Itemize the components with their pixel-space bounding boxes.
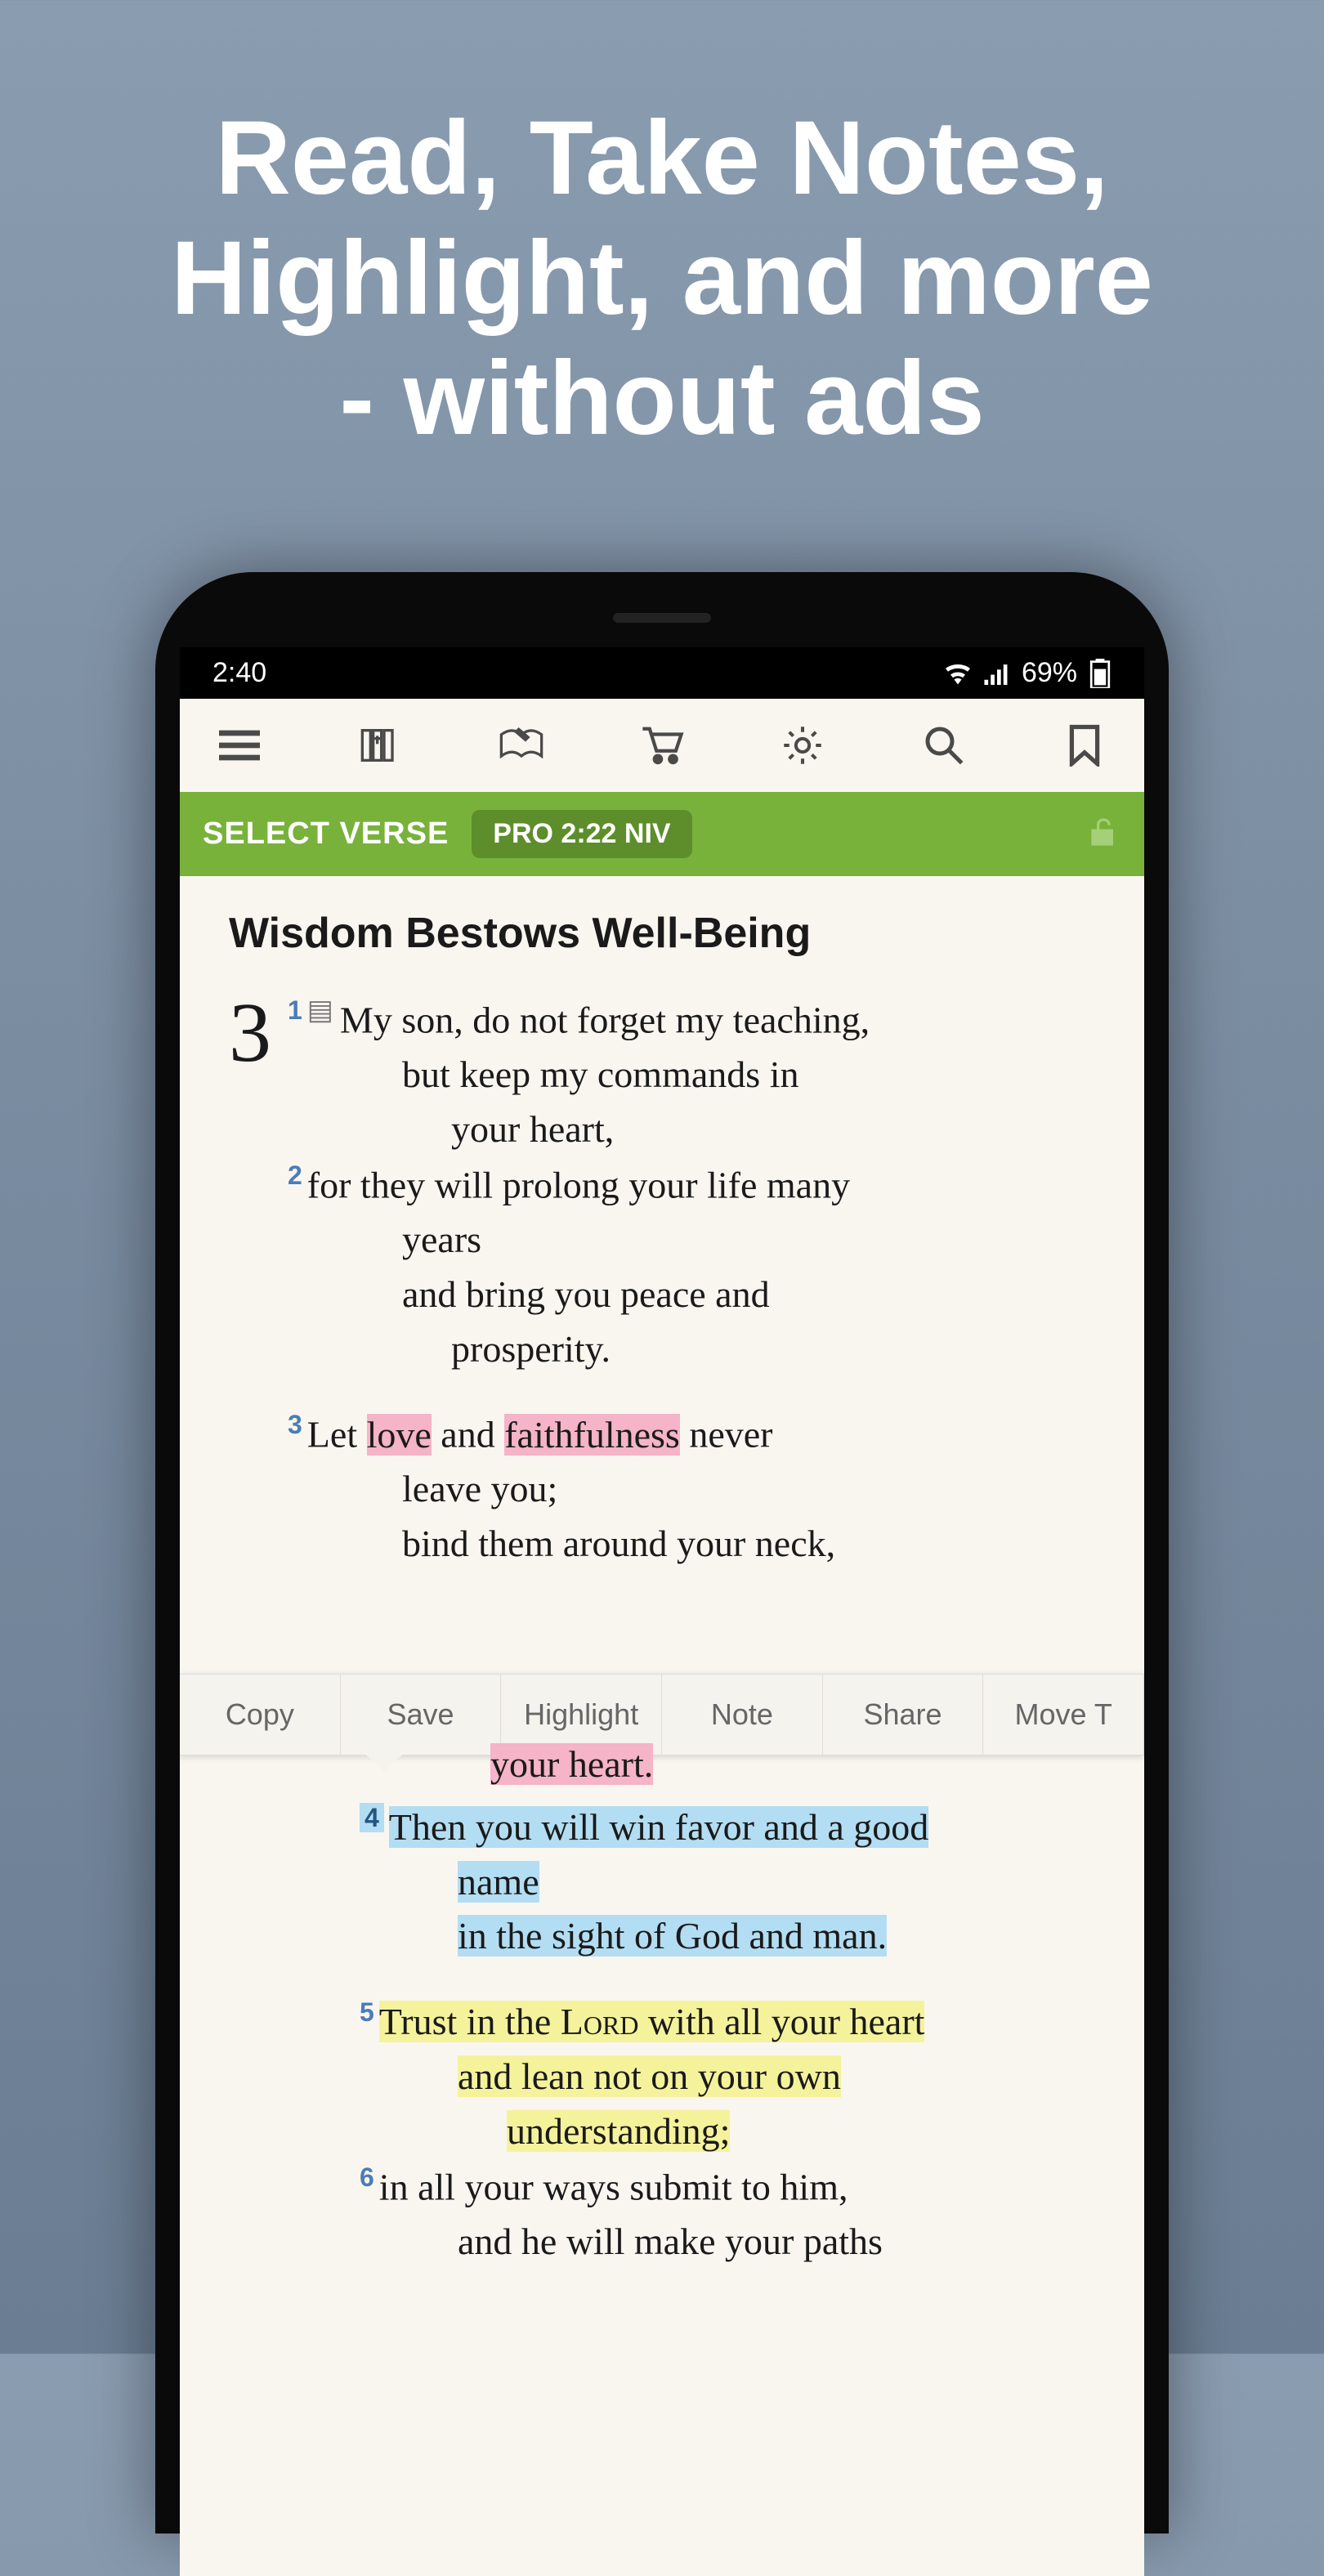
v4-line1b: name (458, 1861, 539, 1903)
v2-line1b: years (288, 1213, 1095, 1268)
v4-line1: Then you will win favor and a good (389, 1806, 928, 1848)
study-icon[interactable] (498, 722, 545, 769)
v5-line2: and lean not on your own (458, 2055, 841, 2097)
search-icon[interactable] (920, 722, 968, 769)
status-time: 2:40 (212, 657, 266, 689)
hero-heading: Read, Take Notes, Highlight, and more - … (0, 0, 1324, 459)
verse-num-6: 6 (360, 2162, 374, 2192)
verse-num-1: 1 (288, 995, 302, 1025)
v1-line2: but keep my commands in (288, 1048, 1095, 1102)
battery-icon (1089, 659, 1112, 688)
v5-post: with all your heart (638, 2001, 924, 2042)
note-indicator-icon[interactable]: ▤ (307, 991, 333, 1031)
v3-line1b: leave you; (288, 1462, 1095, 1517)
v3-pre: Let (307, 1414, 367, 1456)
v4-line2: in the sight of God and man. (458, 1915, 887, 1957)
hero-line1: Read, Take Notes, (49, 98, 1275, 218)
v5-lord: Lord (561, 2001, 639, 2042)
scripture-content-lower: your heart. 4Then you will win favor and… (180, 1737, 1144, 2270)
verse-5[interactable]: 5Trust in the Lord with all your heart a… (229, 1993, 1095, 2270)
verse-num-4: 4 (360, 1803, 384, 1832)
cart-icon[interactable] (638, 722, 686, 769)
phone-speaker (613, 613, 711, 623)
select-verse-label: SELECT VERSE (203, 816, 449, 852)
verse-reference-button[interactable]: PRO 2:22 NIV (472, 810, 691, 858)
verse-selector-bar: SELECT VERSE PRO 2:22 NIV (180, 792, 1144, 876)
unlock-icon[interactable] (1089, 816, 1121, 852)
battery-percent: 69% (1022, 657, 1077, 689)
v3-post: never (680, 1414, 773, 1456)
v3-faith: faithfulness (504, 1414, 680, 1456)
verse-4[interactable]: 4Then you will win favor and a good name… (229, 1799, 1095, 1964)
wifi-icon (943, 662, 973, 685)
hero-line2: Highlight, and more (49, 218, 1275, 338)
chapter-number: 3 (229, 991, 271, 1601)
v1-text: My son, do not forget my teaching, (340, 999, 870, 1040)
bookmark-icon[interactable] (1061, 722, 1108, 769)
verse-block: 3 1▤My son, do not forget my teaching, b… (229, 991, 1095, 1601)
v5-line2b: understanding; (507, 2110, 730, 2152)
chapter-title: Wisdom Bestows Well-Being (229, 909, 1095, 958)
verse-num-5: 5 (360, 1997, 374, 2027)
menu-icon[interactable] (216, 722, 263, 769)
status-bar: 2:40 69% (180, 647, 1144, 699)
scripture-content: Wisdom Bestows Well-Being 3 1▤My son, do… (180, 876, 1144, 1601)
verse-num-2: 2 (288, 1161, 302, 1190)
status-right: 69% (943, 657, 1112, 689)
v6-line2: and he will make your paths (360, 2215, 1095, 2270)
verse-3[interactable]: 3Let love and faithfulness never leave y… (288, 1406, 1095, 1571)
v2-line2b: prosperity. (288, 1322, 1095, 1377)
verse-1[interactable]: 1▤My son, do not forget my teaching, but… (288, 991, 1095, 1376)
hero-line3: - without ads (49, 338, 1275, 458)
v6-line1: in all your ways submit to him, (379, 2167, 848, 2208)
gear-icon[interactable] (779, 722, 826, 769)
signal-icon (984, 662, 1010, 685)
v5-pre: Trust in the (379, 2001, 561, 2042)
phone-frame: 2:40 69% (155, 572, 1169, 2534)
v3-line2: bind them around your neck, (288, 1517, 1095, 1572)
verse-num-3: 3 (288, 1410, 302, 1439)
phone-screen: 2:40 69% (180, 647, 1144, 2576)
v3-love: love (367, 1414, 432, 1456)
v2-text: for they will prolong your life many (307, 1165, 850, 1206)
v3-line3: your heart. (229, 1737, 1095, 1792)
v3-and: and (432, 1414, 504, 1456)
verses-container: 1▤My son, do not forget my teaching, but… (288, 991, 1095, 1601)
v1-line2b: your heart, (288, 1102, 1095, 1157)
app-toolbar (180, 699, 1144, 792)
library-icon[interactable] (356, 722, 404, 769)
v2-line2: and bring you peace and (288, 1268, 1095, 1322)
